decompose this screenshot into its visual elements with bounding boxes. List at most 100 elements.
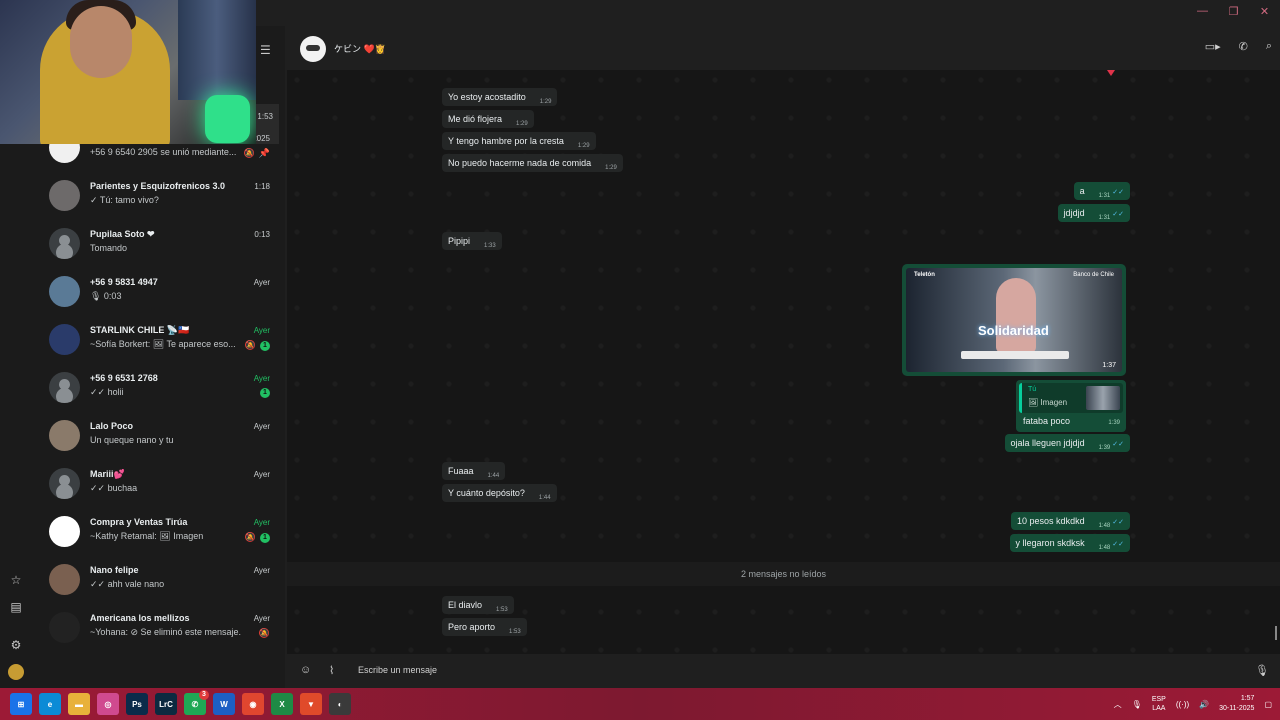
voice-call-icon[interactable]: ✆	[1239, 40, 1248, 53]
video-call-icon[interactable]: ▭▸	[1205, 40, 1221, 53]
taskbar-app-icon[interactable]: ✆ 3	[184, 690, 209, 715]
chat-avatar[interactable]	[49, 420, 80, 451]
message-text: El diavlo	[448, 600, 483, 610]
outgoing-message[interactable]: 10 pesos kdkdkd 1:48 ✓✓	[1011, 512, 1130, 530]
microphone-icon[interactable]: 🎙	[1132, 700, 1142, 709]
taskbar-app-icon[interactable]: X	[271, 693, 293, 715]
message-time: 1:48	[1098, 545, 1111, 551]
message-input[interactable]: Escribe un mensaje	[358, 665, 437, 675]
chat-list-item[interactable]: STARLINK CHILE 📡🇨🇱 Ayer ~Sofía Borkert: 🖼 …	[33, 320, 285, 368]
reply-message[interactable]: Tú 🖼 Imagen fataba poco 1:39	[1016, 380, 1126, 432]
incoming-message[interactable]: El diavlo 1:53	[442, 596, 514, 614]
chat-avatar[interactable]	[49, 612, 80, 643]
chat-avatar[interactable]	[49, 228, 80, 259]
chat-list-item[interactable]: Parientes y Esquizofrenicos 3.0 1:18 ✓ Tú:…	[33, 176, 285, 224]
search-icon[interactable]: ⌕	[1266, 40, 1272, 53]
chat-list-item[interactable]: Americana los mellizos Ayer ~Yohana: ⊘ Se …	[33, 608, 285, 656]
contact-name[interactable]: ケビン ❤️👸	[334, 42, 386, 55]
outgoing-message[interactable]: y llegaron skdksk 1:48 ✓✓	[1009, 534, 1130, 552]
chevron-up-icon[interactable]: ︿	[1114, 699, 1122, 710]
microphone-icon[interactable]: 🎙	[1255, 664, 1269, 677]
notification-icon[interactable]: ▢	[1264, 700, 1272, 709]
message-time: 1:31	[1098, 193, 1111, 199]
muted-icon: 🔕	[243, 148, 255, 158]
taskbar-app-icon[interactable]: ▬	[68, 693, 90, 715]
message-time: 1:44	[487, 473, 500, 479]
incoming-message[interactable]: Pipipi 1:33	[442, 232, 502, 250]
chat-avatar[interactable]	[49, 180, 80, 211]
emoji-icon[interactable]: ☺	[300, 664, 311, 676]
scrollbar[interactable]	[1275, 626, 1277, 640]
conversation-pane: ケビン ❤️👸 ▭▸ ✆ ⌕ Yo estoy acostadito 1:29 Me…	[287, 26, 1280, 688]
settings-icon[interactable]: ⚙	[8, 637, 24, 653]
chat-list-item[interactable]: +56 9 5831 4947 Ayer 🎙 0:03	[33, 272, 285, 320]
attach-icon[interactable]: ⌇	[329, 664, 334, 677]
message-text: Pipipi	[448, 236, 471, 246]
message-time: 1:39	[1108, 420, 1120, 426]
taskbar-app-icon[interactable]: ⊞	[10, 693, 32, 715]
outgoing-message[interactable]: a 1:31 ✓✓	[1073, 182, 1130, 200]
close-button[interactable]: ✕	[1249, 0, 1280, 22]
wifi-icon[interactable]: ((·))	[1176, 700, 1189, 709]
archive-icon[interactable]: ▤	[8, 599, 24, 615]
message-time: 1:29	[577, 143, 590, 149]
chat-list-item[interactable]: Lalo Poco Ayer Un queque nano y tu	[33, 416, 285, 464]
chat-avatar[interactable]	[49, 564, 80, 595]
message-text: Y tengo hambre por la cresta	[448, 136, 564, 146]
language-indicator[interactable]: ESP LAA	[1152, 695, 1166, 713]
chat-last-message: ~Yohana: ⊘ Se eliminó este mensaje.	[90, 627, 242, 637]
chat-list-item[interactable]: Compra y Ventas Tirúa Ayer ~Kathy Retamal:…	[33, 512, 285, 560]
chat-name: +56 9 6531 2768	[90, 373, 158, 383]
notification-badge: 3	[199, 690, 209, 700]
incoming-message[interactable]: Y cuánto depósito? 1:44	[442, 484, 557, 502]
chat-avatar[interactable]	[49, 516, 80, 547]
taskbar-app-icon[interactable]: ◐	[329, 693, 351, 715]
chat-avatar[interactable]	[49, 372, 80, 403]
chat-name: Nano felipe	[90, 565, 139, 575]
chat-list-item[interactable]: Pupilaa Soto ❤ 0:13 Tomando	[33, 224, 285, 272]
minimize-button[interactable]: —	[1187, 0, 1218, 22]
chat-time: 1:53	[257, 112, 273, 121]
chat-list-item[interactable]: +56 9 6531 2768 Ayer ✓✓ holii 1	[33, 368, 285, 416]
taskbar-app-icon[interactable]: LrC	[155, 693, 177, 715]
taskbar-app-icon[interactable]: e	[39, 693, 61, 715]
message-time: 1:53	[509, 629, 521, 635]
chat-header[interactable]: ケビン ❤️👸 ▭▸ ✆ ⌕	[287, 26, 1280, 70]
clock[interactable]: 1:57 30-11-2025	[1219, 694, 1254, 714]
restore-button[interactable]: ❐	[1218, 0, 1249, 22]
message-text: 10 pesos kdkdkd	[1017, 516, 1085, 526]
incoming-message[interactable]: Yo estoy acostadito 1:29	[442, 88, 558, 106]
taskbar-app-icon[interactable]: ▼	[300, 693, 322, 715]
chat-avatar[interactable]	[49, 324, 80, 355]
incoming-message[interactable]: No puedo hacerme nada de comida 1:29	[442, 154, 623, 172]
quoted-message[interactable]: Tú 🖼 Imagen	[1019, 383, 1123, 413]
chat-time: Ayer	[253, 326, 270, 335]
taskbar-app-icon[interactable]: Ps	[126, 693, 148, 715]
filter-icon[interactable]: ☰	[260, 43, 271, 57]
taskbar-app-icon[interactable]: ◎	[97, 693, 119, 715]
chat-avatar[interactable]	[49, 276, 80, 307]
outgoing-message[interactable]: ojala lleguen jdjdjd 1:39 ✓✓	[1004, 434, 1130, 452]
taskbar-app-icon[interactable]: ◉	[242, 693, 264, 715]
speaker-icon[interactable]: 🔊	[1199, 700, 1209, 709]
image-message[interactable]: Teletón Banco de Chile Solidaridad 1:37	[902, 264, 1126, 376]
chat-last-message: ✓✓ ahh vale nano	[90, 579, 165, 589]
outgoing-message[interactable]: jdjdjd 1:31 ✓✓	[1057, 204, 1130, 222]
incoming-message[interactable]: Y tengo hambre por la cresta 1:29	[442, 132, 596, 150]
taskbar-app-icon[interactable]: W	[213, 693, 235, 715]
star-icon[interactable]: ☆	[8, 572, 24, 588]
pin-icon: 📌	[258, 148, 270, 158]
incoming-message[interactable]: Me dió flojera 1:29	[442, 110, 534, 128]
message-time: 1:31	[1098, 215, 1111, 221]
message-time: 1:29	[539, 99, 552, 105]
profile-avatar[interactable]	[8, 664, 24, 680]
chat-list-item[interactable]: Mariii💕 Ayer ✓✓ buchaa	[33, 464, 285, 512]
message-text: Me dió flojera	[448, 114, 503, 124]
chat-name: +56 9 5831 4947	[90, 277, 158, 287]
chat-list-item[interactable]: Nano felipe Ayer ✓✓ ahh vale nano	[33, 560, 285, 608]
message-text: Pero aporto	[448, 622, 496, 632]
chat-avatar[interactable]	[49, 468, 80, 499]
contact-avatar[interactable]	[300, 36, 326, 62]
incoming-message[interactable]: Pero aporto 1:53	[442, 618, 527, 636]
incoming-message[interactable]: Fuaaa 1:44	[442, 462, 506, 480]
